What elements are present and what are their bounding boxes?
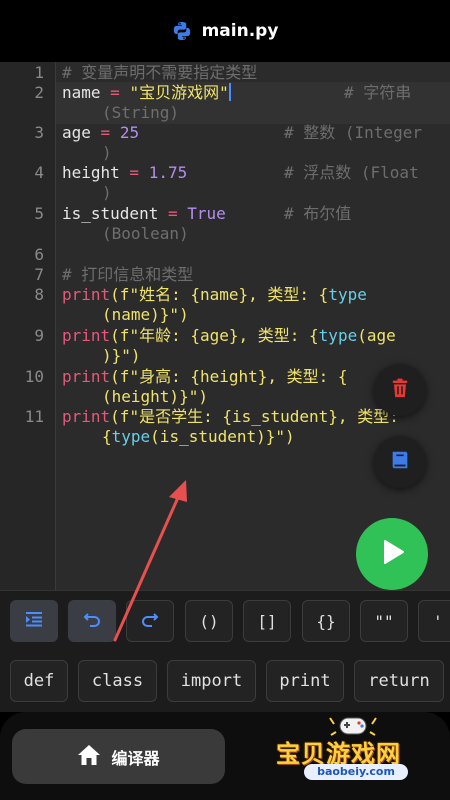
docs-button[interactable] — [374, 436, 426, 488]
variable-name: name — [62, 83, 101, 102]
undo-icon — [82, 609, 102, 633]
boolean-literal: True — [187, 204, 226, 223]
comment: # 打印信息和类型 — [62, 265, 194, 284]
insert-parens-button[interactable]: () — [185, 600, 233, 642]
builtin-function: type — [318, 326, 358, 345]
text-cursor — [228, 83, 231, 101]
keyword-class-button[interactable]: class — [78, 660, 157, 702]
comment: # 变量声明不需要指定类型 — [62, 63, 258, 82]
string-literal: (f"是否学生: {is_student}, 类型: — [110, 407, 399, 426]
builtin-function: print — [62, 407, 111, 426]
code-continuation: {type(is_student)}") — [102, 427, 295, 447]
line-number: 11 — [24, 407, 44, 426]
string-literal: (age — [357, 326, 396, 345]
indent-button[interactable] — [10, 600, 58, 642]
builtin-function: print — [62, 326, 111, 345]
single-quote-label: ' — [433, 611, 443, 631]
keyword-toolbar: def class import print return — [0, 650, 450, 712]
variable-name: age — [62, 123, 91, 142]
code-text: print(f"姓名: {name}, 类型: {type — [62, 285, 448, 305]
operator: = — [100, 83, 130, 102]
string-literal: (is_student)}") — [150, 427, 295, 446]
title-bar: main.py — [0, 0, 450, 62]
insert-double-quotes-button[interactable]: "" — [360, 600, 408, 642]
comment: # 字符串 — [344, 83, 412, 102]
compiler-label: 编译器 — [111, 748, 160, 768]
code-continuation: (height)}") — [102, 387, 208, 406]
line-number: 3 — [34, 123, 44, 142]
keyword-def-button[interactable]: def — [10, 660, 68, 702]
python-logo-icon — [172, 21, 192, 41]
builtin-function: print — [62, 367, 111, 386]
string-literal: "宝贝游戏网" — [129, 83, 229, 102]
redo-button[interactable] — [126, 600, 174, 642]
code-continuation: )}") — [102, 346, 141, 365]
operator: = — [158, 204, 188, 223]
play-icon — [377, 537, 407, 571]
line-number: 2 — [34, 83, 44, 102]
string-literal: { — [102, 427, 112, 446]
string-literal: (f"年龄: {age}, 类型: { — [110, 326, 319, 345]
book-icon — [389, 449, 411, 475]
comment: # 布尔值 — [284, 204, 352, 223]
insert-braces-button[interactable]: {} — [302, 600, 350, 642]
redo-icon — [140, 609, 160, 633]
delete-button[interactable] — [374, 364, 426, 416]
variable-name: height — [62, 163, 120, 182]
line-number: 9 — [34, 326, 44, 345]
string-literal: (f"姓名: {name}, 类型: { — [110, 285, 329, 304]
trash-icon — [389, 377, 411, 403]
builtin-function: type — [111, 427, 151, 446]
line-number: 4 — [34, 163, 44, 182]
line-number: 5 — [34, 204, 44, 223]
line-number: 6 — [34, 245, 44, 264]
code-continuation: (name)}") — [102, 305, 189, 324]
operator: = — [119, 163, 149, 182]
comment-continuation: ) — [102, 183, 112, 202]
line-number: 7 — [34, 265, 44, 284]
string-literal: (f"身高: {height}, 类型: { — [110, 367, 348, 386]
indent-icon — [24, 609, 44, 633]
number-literal: 25 — [119, 123, 140, 142]
symbol-toolbar: () [] {} "" ' — [0, 590, 450, 650]
operator: = — [90, 123, 120, 142]
keyword-return-button[interactable]: return — [354, 660, 444, 702]
builtin-function: print — [62, 285, 111, 304]
insert-single-quote-button[interactable]: ' — [418, 600, 450, 642]
comment: # 浮点数 (Float — [284, 163, 419, 182]
builtin-function: type — [328, 285, 367, 304]
comment-continuation: (String) — [102, 103, 180, 122]
file-title: main.py — [201, 21, 279, 41]
keyword-import-button[interactable]: import — [167, 660, 256, 702]
home-icon — [77, 743, 101, 771]
undo-button[interactable] — [68, 600, 116, 642]
insert-brackets-button[interactable]: [] — [243, 600, 291, 642]
comment-continuation: (Boolean) — [102, 224, 189, 243]
number-literal: 1.75 — [148, 163, 188, 182]
line-number: 10 — [24, 367, 44, 386]
code-editor[interactable]: 1 # 变量声明不需要指定类型 2 name = "宝贝游戏网" # 字符串 (… — [0, 62, 450, 590]
keyword-print-button[interactable]: print — [266, 660, 344, 702]
comment-continuation: ) — [102, 143, 112, 162]
watermark-url: baobeiy.com — [304, 764, 408, 780]
line-number: 1 — [34, 63, 44, 82]
site-watermark: 宝贝游戏网 baobeiy.com — [270, 712, 448, 800]
compiler-button[interactable]: 编译器 — [12, 729, 225, 784]
code-text: print(f"年龄: {age}, 类型: {type(age — [62, 326, 448, 346]
run-button[interactable] — [356, 518, 428, 590]
variable-name: is_student — [62, 204, 159, 223]
comment: # 整数 (Integer — [284, 123, 422, 142]
line-number: 8 — [34, 285, 44, 304]
